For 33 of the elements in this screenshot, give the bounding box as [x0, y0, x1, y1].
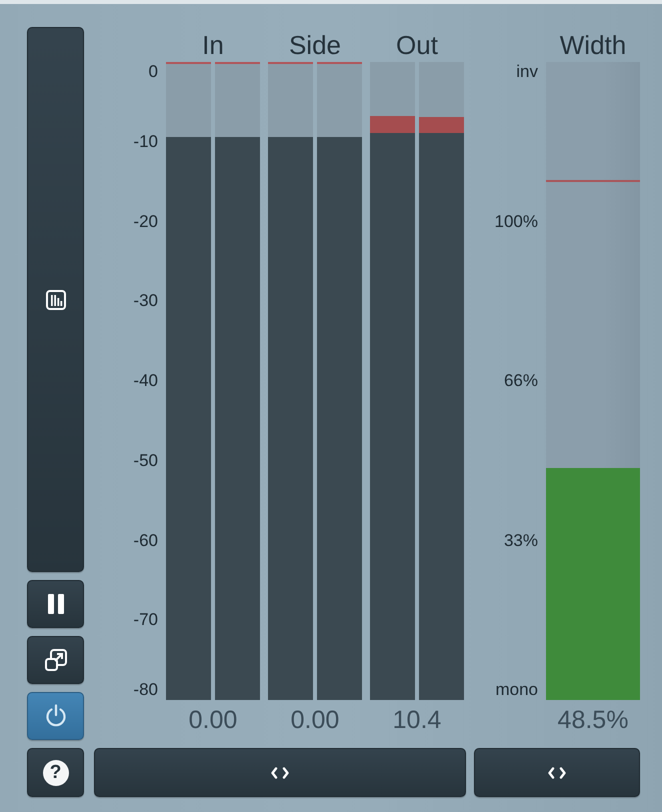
help-icon: ? [42, 760, 68, 786]
scale-label: mono [495, 680, 538, 700]
bar-meter-icon [46, 290, 66, 310]
pause-icon [48, 594, 64, 614]
meter-readout: 48.5% [558, 705, 628, 735]
power-icon [44, 704, 66, 728]
left-right-chevrons-icon [271, 766, 289, 778]
meter-title: In [202, 30, 224, 60]
left-right-chevrons-icon [548, 766, 566, 778]
meter-readout: 0.00 [290, 705, 340, 735]
scale-label: -40 [133, 371, 158, 391]
scale-label: 0 [148, 62, 158, 82]
scale-label: -20 [133, 212, 158, 232]
scale-label: inv [516, 62, 538, 82]
scale-label: 33% [504, 530, 538, 550]
help-button[interactable]: ? [27, 748, 84, 797]
scale-label: -10 [133, 132, 158, 152]
scale-label: -30 [133, 291, 158, 312]
scale-label: -80 [133, 680, 158, 700]
meter-readout: 10.4 [392, 705, 442, 735]
scale-label: -50 [133, 450, 158, 471]
scale-label: -60 [133, 530, 158, 550]
power-button[interactable] [27, 692, 84, 740]
meter-title: Out [396, 30, 438, 60]
meter-title: Width [560, 30, 626, 60]
resize-button[interactable] [27, 636, 84, 684]
scale-label: 100% [494, 212, 538, 232]
resize-window-icon [44, 649, 66, 671]
pause-button[interactable] [27, 580, 84, 628]
scale-label: 66% [504, 371, 538, 391]
meter-readout: 0.00 [188, 705, 238, 735]
scale-label: -70 [133, 610, 158, 630]
meter-title: Side [288, 30, 342, 60]
